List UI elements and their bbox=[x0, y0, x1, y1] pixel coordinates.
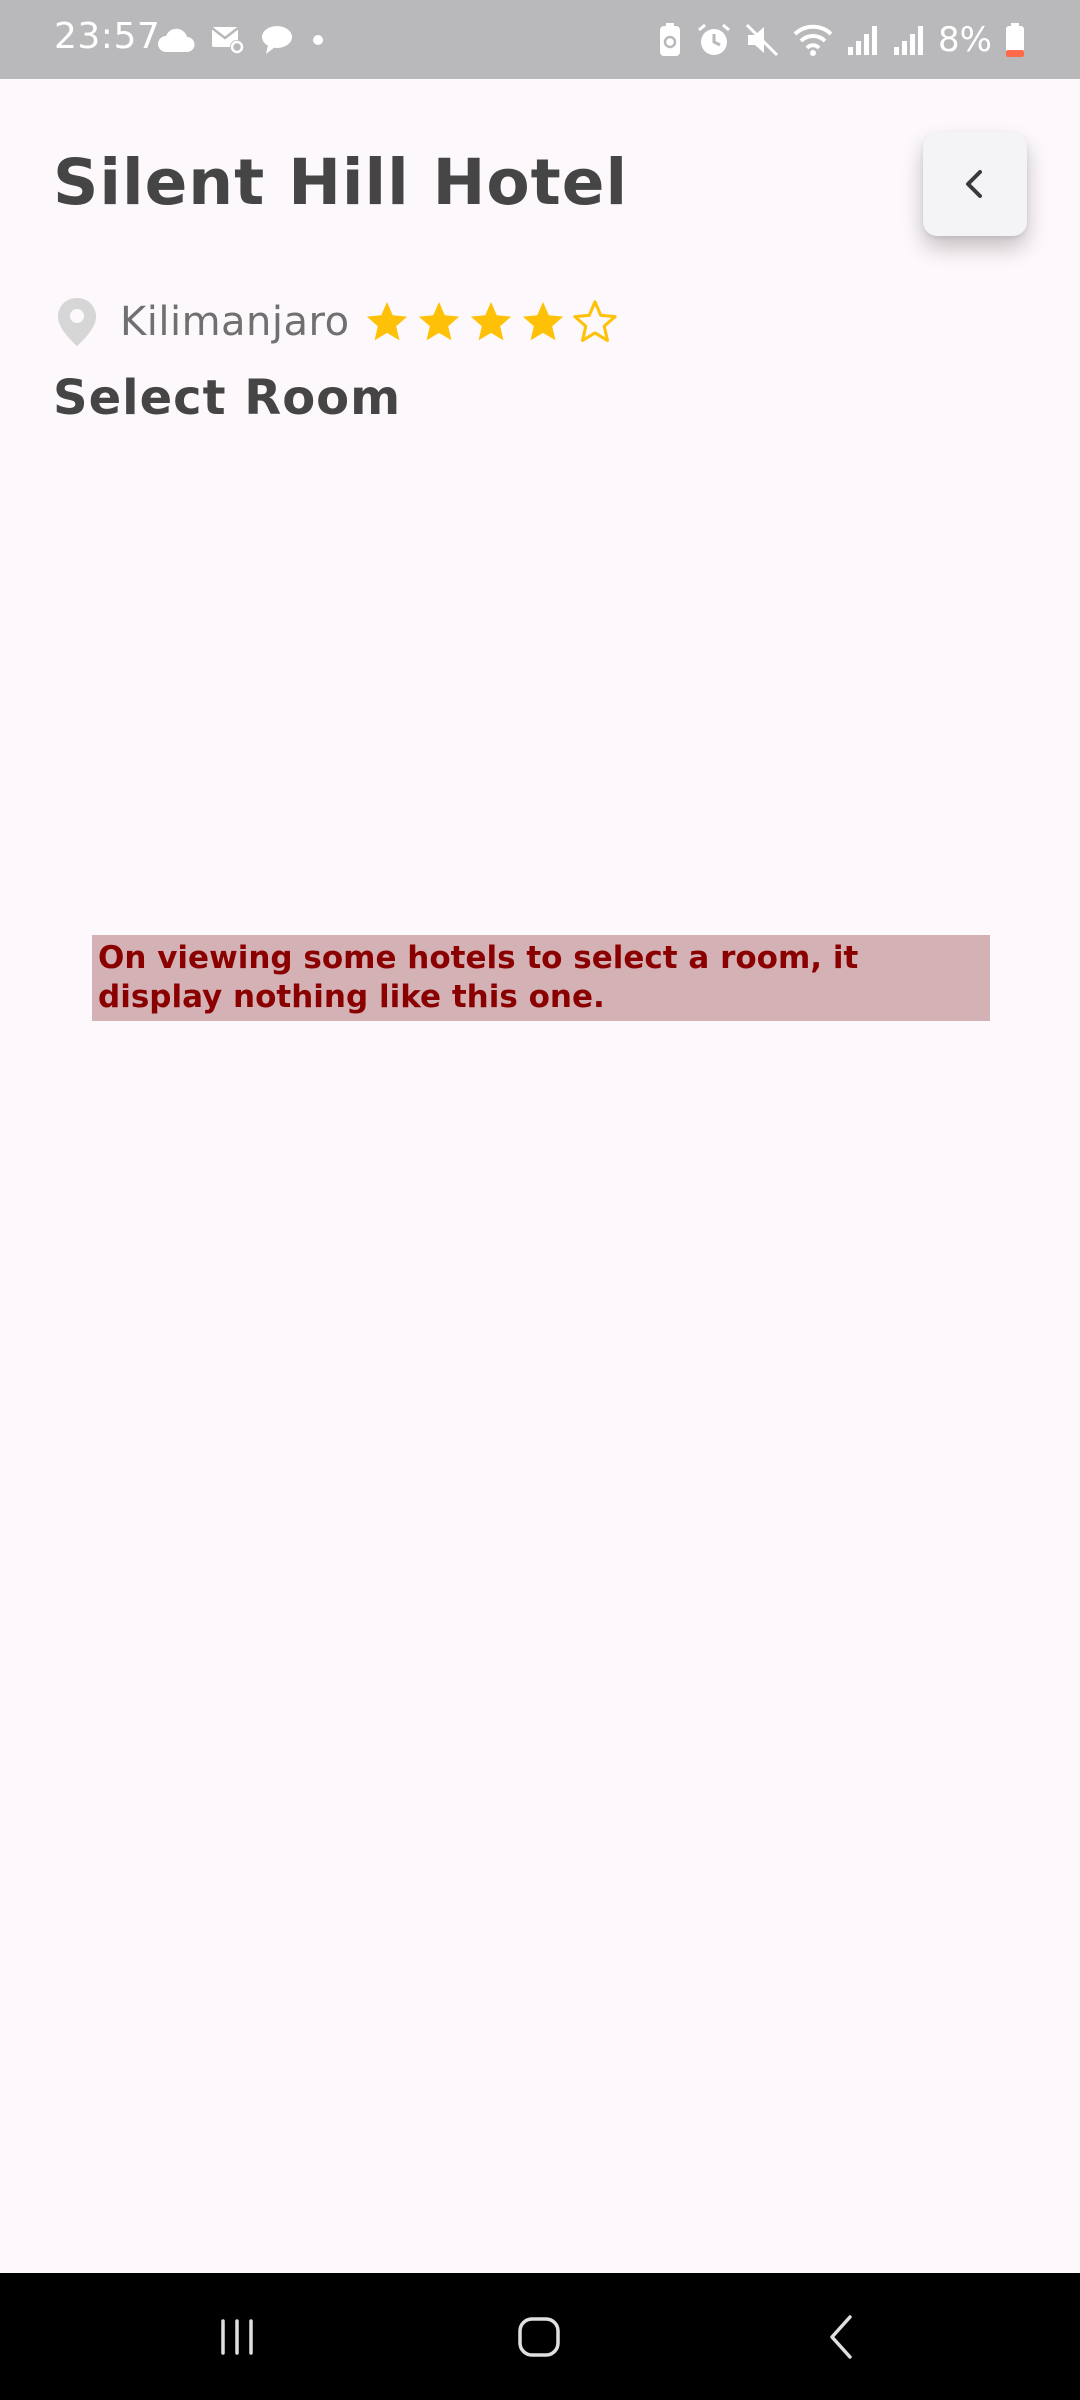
signal-icon bbox=[846, 23, 880, 57]
battery-saver-icon bbox=[656, 22, 684, 58]
home-button[interactable] bbox=[459, 2273, 619, 2400]
status-time: 23:57 bbox=[54, 16, 161, 57]
alarm-icon bbox=[696, 22, 732, 58]
star-filled-icon bbox=[366, 301, 407, 341]
system-back-button[interactable] bbox=[762, 2273, 922, 2400]
location-pin-icon bbox=[56, 296, 98, 348]
chat-bubble-icon bbox=[260, 24, 294, 56]
cloud-icon bbox=[156, 26, 196, 54]
status-bar: 23:57 8% bbox=[0, 0, 1080, 79]
signal-icon bbox=[892, 23, 926, 57]
section-title: Select Room bbox=[53, 370, 402, 426]
star-rating bbox=[364, 299, 618, 345]
dot-icon bbox=[308, 30, 328, 50]
recent-apps-button[interactable] bbox=[157, 2273, 317, 2400]
star-empty-icon bbox=[572, 300, 617, 342]
navigation-bar bbox=[0, 2273, 1080, 2400]
status-notification-icons bbox=[156, 20, 328, 60]
mute-icon bbox=[744, 22, 780, 58]
hotel-title: Silent Hill Hotel bbox=[53, 146, 629, 219]
location-row: Kilimanjaro bbox=[56, 290, 618, 354]
back-button[interactable] bbox=[923, 132, 1027, 236]
battery-percentage: 8% bbox=[938, 20, 992, 60]
annotation-note: On viewing some hotels to select a room,… bbox=[92, 935, 990, 1021]
star-filled-icon bbox=[522, 301, 563, 341]
mail-settings-icon bbox=[210, 24, 246, 56]
battery-icon bbox=[1004, 22, 1026, 58]
recent-apps-icon bbox=[215, 2315, 259, 2359]
star-filled-icon bbox=[418, 301, 459, 341]
home-icon bbox=[515, 2313, 563, 2361]
chevron-left-icon bbox=[955, 164, 995, 204]
back-icon bbox=[820, 2313, 864, 2361]
star-filled-icon bbox=[470, 301, 511, 341]
hotel-location: Kilimanjaro bbox=[120, 299, 350, 345]
status-system-icons: 8% bbox=[656, 18, 1026, 62]
wifi-icon bbox=[792, 22, 834, 58]
